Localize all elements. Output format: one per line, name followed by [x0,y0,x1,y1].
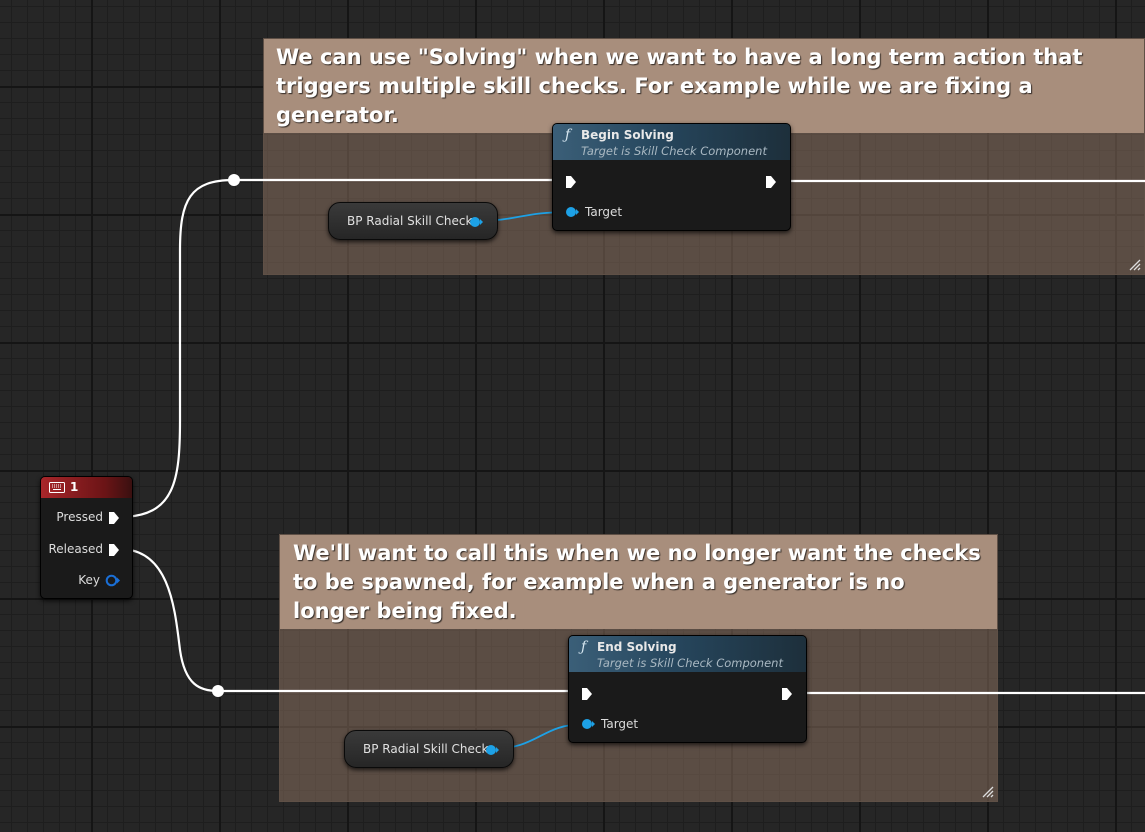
node-title: End Solving [597,640,677,654]
node-header: 1 [41,477,132,498]
exec-in-pin-icon[interactable] [565,175,577,189]
node-subtitle: Target is Skill Check Component [581,144,767,158]
pressed-pin-label: Pressed [56,510,103,524]
exec-in-pin-icon[interactable] [581,687,593,701]
node-title: Begin Solving [581,128,674,142]
node-title: 1 [70,480,79,494]
pressed-exec-pin-icon[interactable] [108,511,120,525]
variable-label: BP Radial Skill Check [347,214,473,228]
variable-label: BP Radial Skill Check [363,742,489,756]
comment-text[interactable]: We'll want to call this when we no longe… [280,535,997,629]
target-pin-label: Target [601,717,639,731]
keyboard-event-node[interactable]: 1 Pressed Released Key [40,476,133,599]
function-icon: ƒ [565,127,571,143]
reroute-node [212,685,224,697]
node-subtitle: Target is Skill Check Component [597,656,783,670]
key-pin-label: Key [78,573,100,587]
end-solving-node[interactable]: ƒ End Solving Target is Skill Check Comp… [568,635,807,743]
node-header: ƒ Begin Solving Target is Skill Check Co… [553,124,790,160]
comment-text[interactable]: We can use "Solving" when we want to hav… [264,39,1144,133]
object-out-pin-icon[interactable] [469,216,483,228]
target-pin-icon[interactable] [565,206,579,218]
node-header: ƒ End Solving Target is Skill Check Comp… [569,636,806,672]
keyboard-icon [49,482,65,493]
exec-wire-released [119,547,219,693]
function-icon: ƒ [581,639,587,655]
exec-out-pin-icon[interactable] [781,687,793,701]
reroute-node [228,174,240,186]
target-pin-label: Target [585,205,623,219]
exec-wire-pressed [119,178,235,519]
resize-grip-icon[interactable] [1129,259,1141,271]
resize-grip-icon[interactable] [982,786,994,798]
object-out-pin-icon[interactable] [485,744,499,756]
exec-out-pin-icon[interactable] [765,175,777,189]
target-pin-icon[interactable] [581,718,595,730]
variable-getter-node[interactable]: BP Radial Skill Check [344,730,514,768]
released-exec-pin-icon[interactable] [108,543,120,557]
variable-getter-node[interactable]: BP Radial Skill Check [328,202,498,240]
key-struct-pin-icon[interactable] [105,574,121,587]
released-pin-label: Released [48,542,103,556]
begin-solving-node[interactable]: ƒ Begin Solving Target is Skill Check Co… [552,123,791,231]
